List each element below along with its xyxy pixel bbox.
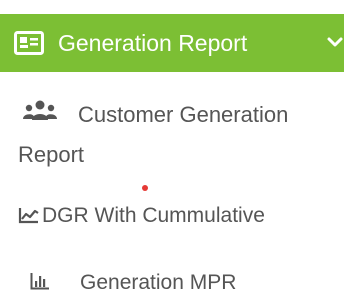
menu-item-label: Customer Generation Report (18, 102, 289, 167)
menu-item-label: Generation MPR (80, 271, 237, 294)
bar-chart-icon (30, 273, 49, 290)
menu-header-generation-report[interactable]: Generation Report (0, 14, 344, 72)
menu-item-label: DGR With Cummulative (42, 204, 265, 227)
red-dot-marker (142, 185, 148, 191)
menu-item-dgr-with-cummulative[interactable]: DGR With Cummulative (0, 196, 344, 240)
area-chart-icon (18, 208, 39, 224)
menu-item-generation-mpr[interactable]: Generation MPR (0, 262, 344, 302)
menu-item-customer-generation-report[interactable]: Customer Generation Report (0, 82, 344, 176)
chevron-down-icon[interactable] (326, 36, 344, 50)
menu-header-label: Generation Report (58, 30, 248, 56)
id-card-icon (14, 31, 44, 55)
